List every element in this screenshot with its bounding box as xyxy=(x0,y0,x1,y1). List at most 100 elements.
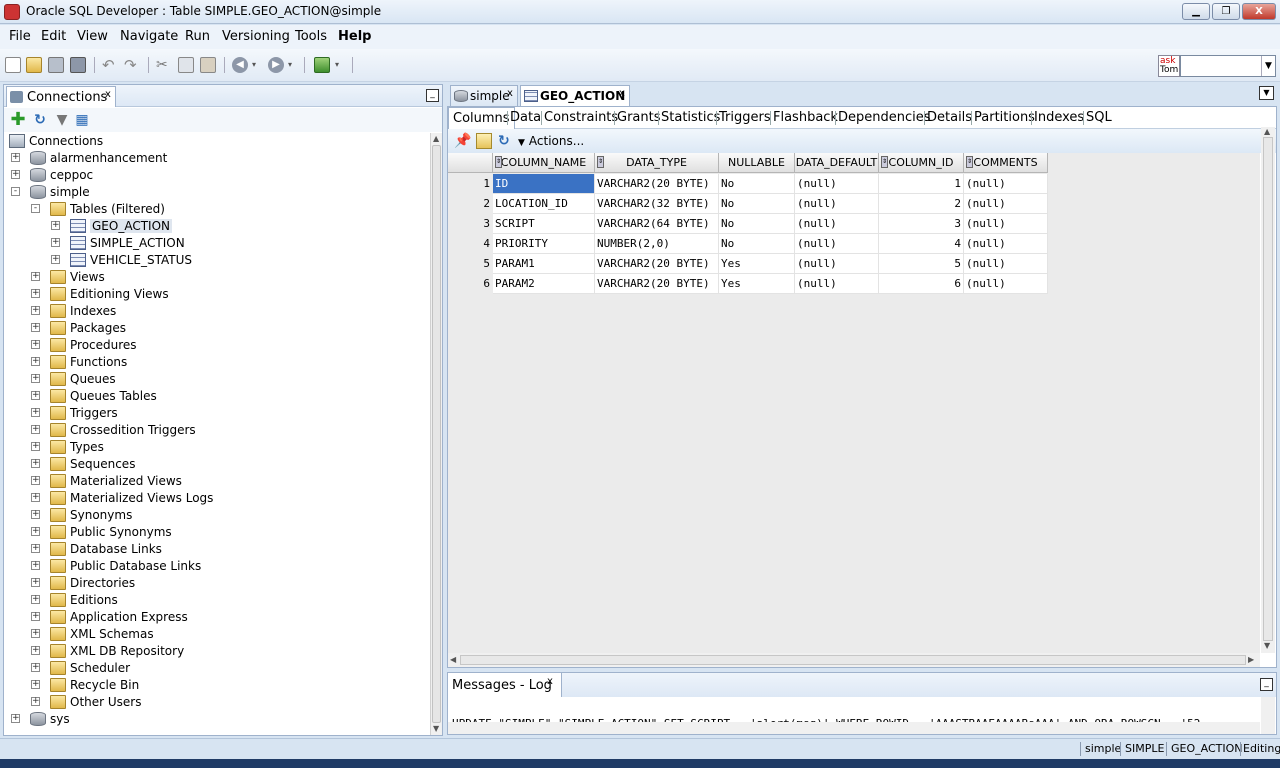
minimize-panel-icon[interactable]: _ xyxy=(426,89,439,102)
scrollbar-thumb[interactable] xyxy=(460,655,1246,665)
tree-item[interactable]: + Recycle Bin xyxy=(4,677,424,694)
tree-item[interactable]: + Database Links xyxy=(4,541,424,558)
subtab-constraints[interactable]: Constraints xyxy=(544,110,618,125)
table-cell[interactable]: (null) xyxy=(964,194,1048,214)
sort-icon[interactable]: ⇕ xyxy=(966,156,973,168)
expand-icon[interactable]: + xyxy=(31,544,40,553)
table-cell[interactable]: 6 xyxy=(879,274,964,294)
table-cell[interactable]: VARCHAR2(64 BYTE) xyxy=(595,214,719,234)
table-cell[interactable]: No xyxy=(719,234,795,254)
scroll-up-icon[interactable]: ▲ xyxy=(433,134,439,143)
pin-icon[interactable]: 📌 xyxy=(454,133,471,149)
sort-icon[interactable]: ⇕ xyxy=(597,156,604,168)
tree-item[interactable]: - Tables (Filtered) xyxy=(4,201,424,218)
column-header[interactable]: NULLABLE xyxy=(719,153,795,173)
tree-item[interactable]: + Materialized Views xyxy=(4,473,424,490)
tree-item[interactable]: + sys xyxy=(4,711,424,728)
sql-dropdown-icon[interactable]: ▾ xyxy=(335,57,343,73)
forward-dropdown-icon[interactable]: ▾ xyxy=(288,57,296,73)
scroll-right-icon[interactable]: ▶ xyxy=(1248,655,1254,664)
menu-file[interactable]: File xyxy=(9,29,31,44)
table-cell[interactable]: VARCHAR2(20 BYTE) xyxy=(595,274,719,294)
tree-item[interactable]: + Functions xyxy=(4,354,424,371)
table-cell[interactable]: (null) xyxy=(795,254,879,274)
subtab-indexes[interactable]: Indexes xyxy=(1034,110,1084,125)
redo-icon[interactable]: ↷ xyxy=(124,57,140,73)
tree-item[interactable]: + Materialized Views Logs xyxy=(4,490,424,507)
expand-icon[interactable]: + xyxy=(31,629,40,638)
subtab-dependencies[interactable]: Dependencies xyxy=(838,110,931,125)
sort-icon[interactable]: ⇕ xyxy=(495,156,502,168)
tree-item[interactable]: + Editions xyxy=(4,592,424,609)
row-number[interactable]: 2 xyxy=(448,194,493,214)
close-tab-icon[interactable]: x xyxy=(619,88,625,99)
subtab-partitions[interactable]: Partitions xyxy=(974,110,1035,125)
row-number[interactable]: 4 xyxy=(448,234,493,254)
table-cell[interactable]: VARCHAR2(20 BYTE) xyxy=(595,174,719,194)
table-cell[interactable]: No xyxy=(719,194,795,214)
refresh-icon[interactable]: ↻ xyxy=(32,112,48,128)
forward-icon[interactable]: ▶ xyxy=(268,57,284,73)
tree-item[interactable]: + Types xyxy=(4,439,424,456)
menu-navigate[interactable]: Navigate xyxy=(120,29,178,44)
editor-tab-list-icon[interactable]: ▼ xyxy=(1259,86,1274,100)
open-icon[interactable] xyxy=(26,57,42,73)
menu-edit[interactable]: Edit xyxy=(41,29,66,44)
minimize-button[interactable]: ▁ xyxy=(1182,3,1210,20)
schema-browser-icon[interactable]: ▦ xyxy=(74,112,90,128)
column-header[interactable]: ⇕ COLUMN_NAME xyxy=(493,153,595,173)
table-cell[interactable]: VARCHAR2(32 BYTE) xyxy=(595,194,719,214)
tab-geo-action[interactable]: GEO_ACTION x xyxy=(520,85,630,106)
tree-item[interactable]: + Public Synonyms xyxy=(4,524,424,541)
table-cell[interactable]: Yes xyxy=(719,254,795,274)
tree-item[interactable]: + Other Users xyxy=(4,694,424,711)
expand-icon[interactable]: + xyxy=(51,221,60,230)
collapse-icon[interactable]: - xyxy=(31,204,40,213)
menu-tools[interactable]: Tools xyxy=(295,29,327,44)
tree-item[interactable]: + Sequences xyxy=(4,456,424,473)
grid-vertical-scrollbar[interactable]: ▲ ▼ xyxy=(1261,127,1275,653)
search-combo[interactable]: ▼ xyxy=(1180,55,1276,77)
expand-icon[interactable]: + xyxy=(31,510,40,519)
expand-icon[interactable]: + xyxy=(31,442,40,451)
tree-item[interactable]: Connections xyxy=(4,133,424,150)
table-cell[interactable]: (null) xyxy=(795,274,879,294)
tree-item[interactable]: + Synonyms xyxy=(4,507,424,524)
expand-icon[interactable]: + xyxy=(31,340,40,349)
subtab-data[interactable]: Data xyxy=(510,110,541,125)
table-cell[interactable]: LOCATION_ID xyxy=(493,194,595,214)
scrollbar-thumb[interactable] xyxy=(1263,137,1273,641)
tree-item[interactable]: + Indexes xyxy=(4,303,424,320)
row-number[interactable]: 3 xyxy=(448,214,493,234)
tree-item[interactable]: + alarmenhancement xyxy=(4,150,424,167)
expand-icon[interactable]: + xyxy=(31,578,40,587)
expand-icon[interactable]: + xyxy=(31,272,40,281)
table-cell[interactable]: 5 xyxy=(879,254,964,274)
tree-item[interactable]: + Packages xyxy=(4,320,424,337)
sort-icon[interactable]: ⇕ xyxy=(881,156,888,168)
ask-tom-icon[interactable]: ask Tom xyxy=(1158,55,1180,77)
table-cell[interactable]: SCRIPT xyxy=(493,214,595,234)
cut-icon[interactable]: ✂ xyxy=(156,57,172,73)
table-cell[interactable]: (null) xyxy=(795,234,879,254)
scroll-down-icon[interactable]: ▼ xyxy=(1264,641,1270,650)
subtab-flashback[interactable]: Flashback xyxy=(773,110,838,125)
expand-icon[interactable]: + xyxy=(31,493,40,502)
expand-icon[interactable]: + xyxy=(51,238,60,247)
tree-item[interactable]: + Procedures xyxy=(4,337,424,354)
subtab-sql[interactable]: SQL xyxy=(1086,110,1112,125)
tree-item[interactable]: + Crossedition Triggers xyxy=(4,422,424,439)
column-header[interactable]: ⇕ COMMENTS xyxy=(964,153,1048,173)
expand-icon[interactable]: + xyxy=(31,527,40,536)
filter-icon[interactable]: ▼ xyxy=(54,112,70,128)
menu-help[interactable]: Help xyxy=(338,29,371,44)
expand-icon[interactable]: + xyxy=(11,153,20,162)
tab-messages-log[interactable]: Messages - Log x xyxy=(448,673,562,697)
tree-item[interactable]: + Application Express xyxy=(4,609,424,626)
table-cell[interactable]: (null) xyxy=(795,174,879,194)
expand-icon[interactable]: + xyxy=(31,323,40,332)
expand-icon[interactable]: + xyxy=(31,374,40,383)
add-connection-icon[interactable]: ✚ xyxy=(10,111,26,129)
table-cell[interactable]: (null) xyxy=(964,234,1048,254)
expand-icon[interactable]: + xyxy=(31,391,40,400)
